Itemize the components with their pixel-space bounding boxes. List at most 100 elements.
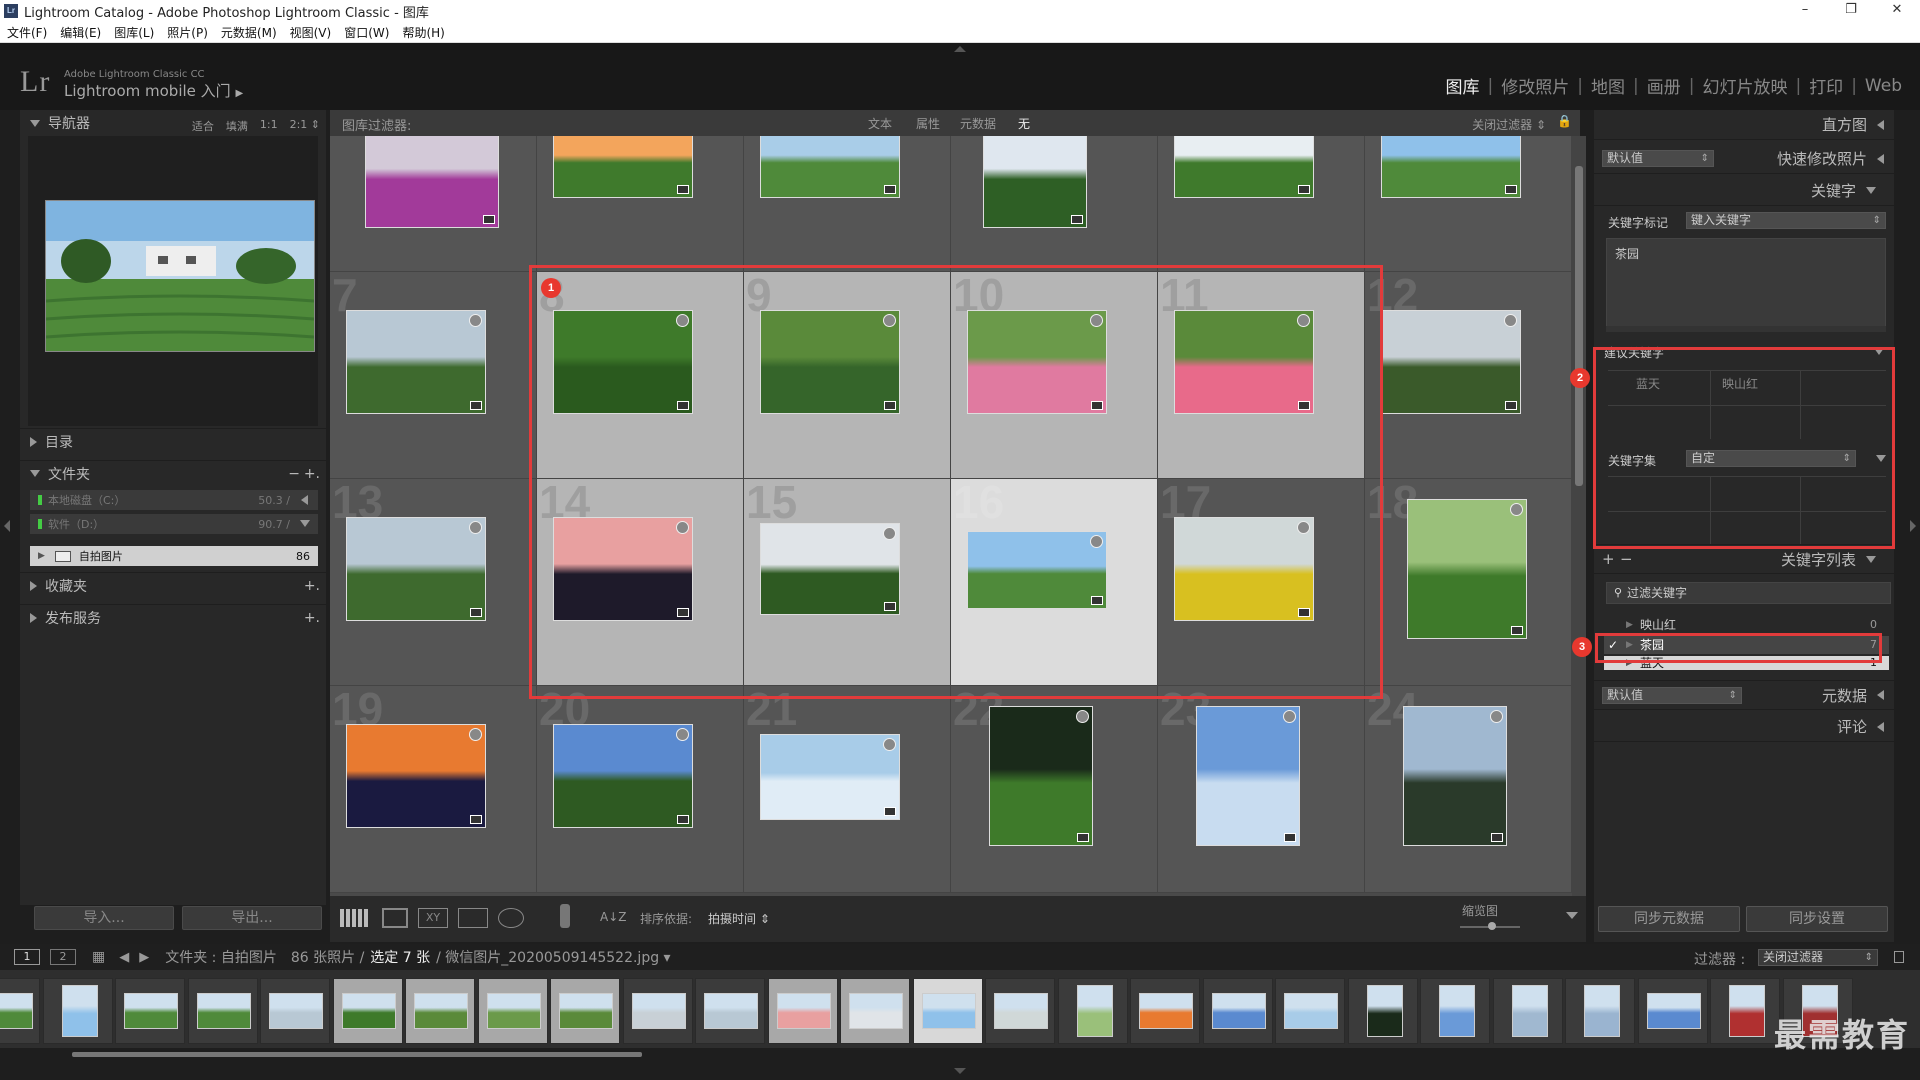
grid-scrollbar[interactable] xyxy=(1572,136,1586,896)
filmstrip-thumbnail[interactable] xyxy=(1511,985,1548,1037)
hide-filmstrip-arrow-icon[interactable] xyxy=(954,1068,966,1074)
thumbnail-badge-icon[interactable] xyxy=(677,401,689,410)
grid-thumbnail[interactable] xyxy=(967,531,1107,609)
add-collection-button[interactable]: +. xyxy=(304,578,320,594)
filmstrip-cell[interactable] xyxy=(767,978,838,1044)
thumbnail-badge-icon[interactable] xyxy=(1298,608,1310,617)
grid-cell[interactable]: 11 xyxy=(1158,272,1365,479)
thumbnail-badge-icon[interactable] xyxy=(884,807,896,816)
minimize-button[interactable]: – xyxy=(1782,0,1828,22)
filmstrip-cell[interactable] xyxy=(550,978,620,1044)
grid-cell[interactable] xyxy=(1158,136,1365,272)
grid-thumbnail[interactable] xyxy=(365,136,499,228)
filmstrip-thumbnail[interactable] xyxy=(1076,985,1113,1037)
keyword-set-select[interactable]: 自定 xyxy=(1686,450,1856,467)
grid-thumbnail[interactable] xyxy=(1381,136,1521,198)
filmstrip-cell[interactable] xyxy=(405,978,475,1044)
filmstrip-cell[interactable] xyxy=(985,978,1055,1044)
painter-icon[interactable] xyxy=(560,904,570,928)
quick-collection-icon[interactable] xyxy=(883,527,896,540)
hide-top-panel-arrow-icon[interactable] xyxy=(954,46,966,52)
grid-cell[interactable]: 10 xyxy=(951,272,1158,479)
grid-cell[interactable]: 19 xyxy=(330,686,537,893)
comments-header[interactable]: 评论 xyxy=(1594,712,1894,742)
filmstrip-thumbnail[interactable] xyxy=(269,993,323,1029)
thumbnail-badge-icon[interactable] xyxy=(1284,833,1296,842)
sync-metadata-button[interactable]: 同步元数据 xyxy=(1598,906,1740,932)
thumbnail-badge-icon[interactable] xyxy=(1091,401,1103,410)
grid-thumbnail[interactable] xyxy=(760,310,900,414)
thumbnail-badge-icon[interactable] xyxy=(483,215,495,224)
filmstrip-thumbnail[interactable] xyxy=(994,993,1048,1029)
keywording-header[interactable]: 关键字 xyxy=(1594,176,1894,206)
thumbnail-badge-icon[interactable] xyxy=(1505,401,1517,410)
grid-thumbnail[interactable] xyxy=(1174,310,1314,414)
grid-cell[interactable]: 17 xyxy=(1158,479,1365,686)
metadata-header[interactable]: 默认值 元数据 xyxy=(1594,680,1894,710)
thumbnail-badge-icon[interactable] xyxy=(470,401,482,410)
module-slideshow[interactable]: 幻灯片放映 xyxy=(1696,73,1793,98)
grid-cell[interactable]: 14 xyxy=(537,479,744,686)
thumbnail-badge-icon[interactable] xyxy=(1077,833,1089,842)
filter-metadata[interactable]: 元数据 xyxy=(960,115,996,132)
grid-cell[interactable]: 8 xyxy=(537,272,744,479)
filmstrip-cell[interactable] xyxy=(912,978,983,1044)
filmstrip-thumbnail[interactable] xyxy=(704,993,758,1029)
grid-cell[interactable]: 9 xyxy=(744,272,951,479)
grid-thumbnail[interactable] xyxy=(983,136,1087,228)
grid-thumbnail[interactable] xyxy=(553,517,693,621)
filmstrip-cell[interactable] xyxy=(840,978,910,1044)
module-web[interactable]: Web xyxy=(1859,76,1908,96)
navigator-header[interactable]: 导航器 适合 填满 1:1 2:1 ⇕ xyxy=(20,110,326,136)
filmstrip-thumbnail[interactable] xyxy=(61,985,98,1037)
secondary-window-button[interactable]: 2 xyxy=(50,949,76,965)
grid-thumbnail[interactable] xyxy=(760,734,900,820)
primary-window-button[interactable]: 1 xyxy=(14,949,40,965)
thumbnail-badge-icon[interactable] xyxy=(470,608,482,617)
zoom-fill[interactable]: 填满 xyxy=(226,118,248,134)
toolbar-menu-icon[interactable] xyxy=(1566,912,1578,919)
grid-cell[interactable]: 22 xyxy=(951,686,1158,893)
remove-folder-button[interactable]: − xyxy=(288,466,300,482)
keyword-item[interactable]: ▶ 蓝天 1 xyxy=(1604,656,1889,670)
forward-arrow-icon[interactable]: ▶ xyxy=(139,950,149,965)
export-button[interactable]: 导出... xyxy=(182,906,322,930)
thumbnail-badge-icon[interactable] xyxy=(677,815,689,824)
quick-collection-icon[interactable] xyxy=(469,314,482,327)
filmstrip-thumbnail[interactable] xyxy=(1584,985,1620,1037)
thumbnail-badge-icon[interactable] xyxy=(1298,185,1310,194)
thumbnail-size-slider[interactable] xyxy=(1460,922,1520,930)
filmstrip-cell[interactable] xyxy=(1347,978,1418,1044)
filmstrip-thumbnail[interactable] xyxy=(486,993,541,1029)
grid-cell[interactable]: 16 xyxy=(951,479,1158,686)
filmstrip-cell[interactable] xyxy=(1202,978,1273,1044)
thumbnail-badge-icon[interactable] xyxy=(1298,401,1310,410)
filmstrip-thumbnail[interactable] xyxy=(1139,993,1193,1029)
add-publish-button[interactable]: +. xyxy=(304,610,320,626)
people-view-icon[interactable] xyxy=(498,908,524,928)
suggested-keyword[interactable]: 映山红 xyxy=(1722,375,1758,392)
thumbnail-badge-icon[interactable] xyxy=(470,815,482,824)
grid-cell[interactable]: 23 xyxy=(1158,686,1365,893)
publish-header[interactable]: 发布服务 +. xyxy=(20,604,326,630)
filmstrip-cell[interactable] xyxy=(622,978,693,1044)
module-book[interactable]: 画册 xyxy=(1641,73,1687,98)
grid-cell[interactable]: 12 xyxy=(1365,272,1572,479)
filmstrip-cell[interactable] xyxy=(1057,978,1128,1044)
sort-direction-icon[interactable]: A↓Z xyxy=(600,910,626,924)
filmstrip-thumbnail[interactable] xyxy=(559,993,613,1029)
grid-cell[interactable] xyxy=(744,136,951,272)
filmstrip-cell[interactable] xyxy=(260,978,330,1044)
volume-c[interactable]: 本地磁盘（C:） 50.3 / xyxy=(30,490,318,510)
navigator-preview[interactable] xyxy=(45,200,315,352)
quick-collection-icon[interactable] xyxy=(1510,503,1523,516)
menu-edit[interactable]: 编辑(E) xyxy=(60,24,101,41)
menu-view[interactable]: 视图(V) xyxy=(290,24,332,41)
grid-thumbnail[interactable] xyxy=(553,724,693,828)
filmstrip-thumbnail[interactable] xyxy=(196,993,251,1029)
folders-header[interactable]: 文件夹 − +. xyxy=(20,460,326,486)
grid-thumbnail[interactable] xyxy=(760,523,900,615)
module-map[interactable]: 地图 xyxy=(1585,73,1631,98)
thumbnail-badge-icon[interactable] xyxy=(677,185,689,194)
module-print[interactable]: 打印 xyxy=(1803,73,1849,98)
